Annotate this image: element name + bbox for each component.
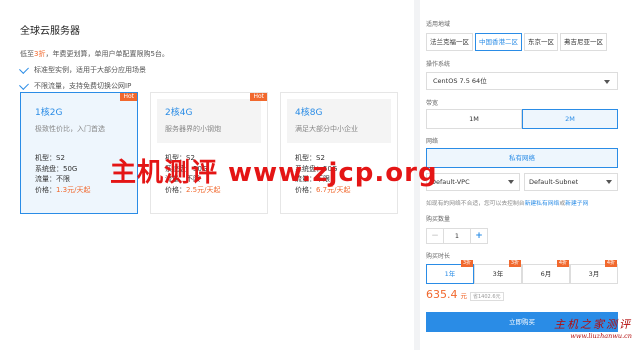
region-hongkong[interactable]: 中国香港二区 xyxy=(475,33,522,51)
check-icon xyxy=(19,63,29,74)
chevron-down-icon xyxy=(508,180,514,184)
plan-desc: 服务器界的小钢炮 xyxy=(165,125,221,133)
duration-1y[interactable]: 1年 3折 xyxy=(426,260,474,284)
duration-6m[interactable]: 6月 4折 xyxy=(522,260,570,284)
feature-item: 不限流量，支持免费切换公网IP xyxy=(19,79,400,91)
quantity-value[interactable]: 1 xyxy=(443,229,471,243)
hot-badge: Hot xyxy=(250,93,267,101)
bandwidth-1m[interactable]: 1M xyxy=(426,109,522,129)
increment-button[interactable]: + xyxy=(471,229,487,243)
chevron-down-icon xyxy=(604,80,610,84)
config-panel: 适用地域 法兰克福一区 中国香港二区 东京一区 弗吉尼亚一区 操作系统 Cent… xyxy=(420,0,640,350)
bandwidth-selector: 1M 2M xyxy=(426,109,618,129)
region-virginia[interactable]: 弗吉尼亚一区 xyxy=(560,33,607,51)
discount-tag: 4折 xyxy=(556,260,569,267)
network-selects: Default-VPC Default-Subnet xyxy=(426,173,618,191)
network-label: 网络 xyxy=(426,138,439,145)
discount-tag: 3折 xyxy=(460,260,473,267)
watermark-text: 主机测评 www.zjcp.org xyxy=(110,158,438,188)
hot-badge: Hot xyxy=(120,93,137,101)
promo-text: 低至3折，年费更划算，单用户单配置限购5台。 xyxy=(20,50,169,58)
network-type-private[interactable]: 私有网络 xyxy=(426,148,618,168)
duration-selector: 1年 3折 3年 3折 6月 4折 3月 4折 xyxy=(426,260,618,284)
create-subnet-link[interactable]: 新建子网 xyxy=(565,201,588,207)
subnet-select[interactable]: Default-Subnet xyxy=(524,173,618,191)
chevron-down-icon xyxy=(606,180,612,184)
check-icon xyxy=(19,79,29,90)
page-title: 全球云服务器 xyxy=(20,26,80,37)
bandwidth-2m[interactable]: 2M xyxy=(522,109,618,129)
decrement-button[interactable]: − xyxy=(427,229,443,243)
bandwidth-label: 带宽 xyxy=(426,100,439,107)
os-select[interactable]: CentOS 7.5 64位 xyxy=(426,72,618,90)
duration-3m[interactable]: 3月 4折 xyxy=(570,260,618,284)
duration-label: 购买时长 xyxy=(426,253,451,260)
duration-3y[interactable]: 3年 3折 xyxy=(474,260,522,284)
os-label: 操作系统 xyxy=(426,61,451,68)
quantity-stepper: − 1 + xyxy=(426,228,488,244)
discount-highlight: 3折 xyxy=(34,50,46,58)
total-price: 635.4 元 省1402.6元 xyxy=(426,288,504,301)
corner-watermark: 主机之家测评 www.liuzhanwu.cn xyxy=(554,318,632,340)
plan-desc: 满足大部分中小企业 xyxy=(295,125,358,133)
region-selector: 法兰克福一区 中国香港二区 东京一区 弗吉尼亚一区 xyxy=(426,33,607,51)
plan-name: 1核2G xyxy=(35,108,63,118)
region-label: 适用地域 xyxy=(426,21,451,28)
plan-price: 1.3元/天起 xyxy=(56,185,91,194)
plan-name: 2核4G xyxy=(165,108,193,118)
create-vpc-link[interactable]: 新建私有网络 xyxy=(525,201,560,207)
total-amount: 635.4 xyxy=(426,288,458,301)
network-note: 如现有的网络不合适，您可以去控制台新建私有网络或新建子网 xyxy=(426,201,589,207)
discount-tag: 4折 xyxy=(604,260,617,267)
region-tokyo[interactable]: 东京一区 xyxy=(524,33,558,51)
vpc-select[interactable]: Default-VPC xyxy=(426,173,520,191)
plan-desc: 极致性价比，入门首选 xyxy=(35,125,105,133)
savings-badge: 省1402.6元 xyxy=(470,292,504,301)
feature-item: 标准型实例，适用于大部分应用场景 xyxy=(19,63,400,75)
discount-tag: 3折 xyxy=(508,260,521,267)
region-frankfurt[interactable]: 法兰克福一区 xyxy=(426,33,473,51)
quantity-label: 购买数量 xyxy=(426,216,451,223)
plan-name: 4核8G xyxy=(295,108,323,118)
